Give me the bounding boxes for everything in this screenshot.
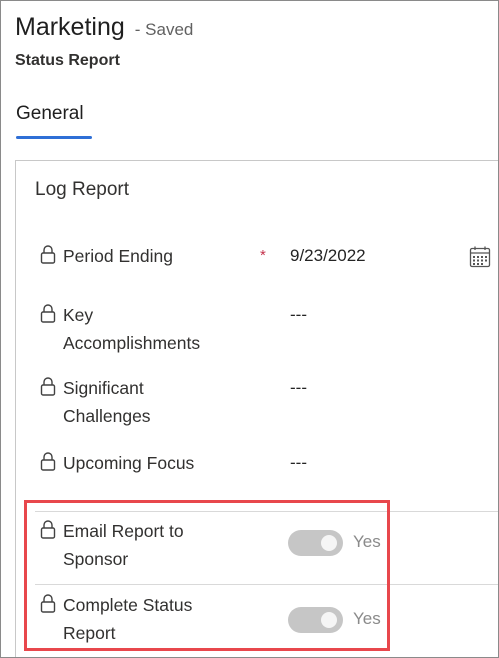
calendar-icon[interactable] — [469, 246, 491, 268]
field-upcoming-focus: Upcoming Focus --- — [39, 449, 498, 479]
toggle-state-text: Yes — [353, 609, 381, 628]
field-period-ending: Period Ending * 9/23/2022 — [39, 242, 498, 272]
lock-icon — [40, 377, 56, 396]
field-divider — [35, 584, 498, 585]
complete-status-toggle[interactable] — [288, 607, 343, 633]
record-title: Marketing — [15, 13, 125, 41]
field-complete-status-report: Complete Status Report Yes — [39, 591, 498, 649]
tab-general[interactable]: General — [16, 103, 84, 125]
period-ending-value[interactable]: 9/23/2022 — [290, 242, 366, 270]
entity-type-label: Status Report — [15, 52, 120, 69]
field-label: Period Ending — [63, 246, 173, 266]
field-label: Email Report to Sponsor — [63, 521, 184, 569]
saved-status: - Saved — [134, 20, 194, 39]
significant-challenges-value[interactable]: --- — [290, 374, 307, 402]
field-email-report-to-sponsor: Email Report to Sponsor Yes — [39, 517, 498, 575]
lock-icon — [40, 304, 56, 323]
header: Marketing - Saved — [15, 13, 193, 42]
key-accomplishments-value[interactable]: --- — [290, 301, 307, 329]
toggle-state-text: Yes — [353, 532, 381, 551]
tab-selected-indicator — [16, 136, 92, 139]
lock-icon — [40, 452, 56, 471]
lock-icon — [40, 245, 56, 264]
form-frame: Marketing - Saved Status Report General … — [0, 0, 499, 658]
field-significant-challenges: Significant Challenges --- — [39, 374, 498, 432]
required-indicator: * — [260, 247, 266, 264]
field-label: Upcoming Focus — [63, 453, 195, 473]
field-label: Key Accomplishments — [63, 305, 201, 353]
email-report-toggle[interactable] — [288, 530, 343, 556]
field-label: Complete Status Report — [63, 595, 193, 643]
toggle-knob — [321, 535, 337, 551]
section-title: Log Report — [35, 179, 130, 200]
upcoming-focus-value[interactable]: --- — [290, 449, 307, 477]
field-label: Significant Challenges — [63, 378, 151, 426]
lock-icon — [40, 520, 56, 539]
field-key-accomplishments: Key Accomplishments --- — [39, 301, 498, 359]
lock-icon — [40, 594, 56, 613]
section-divider — [35, 511, 498, 512]
toggle-knob — [321, 612, 337, 628]
